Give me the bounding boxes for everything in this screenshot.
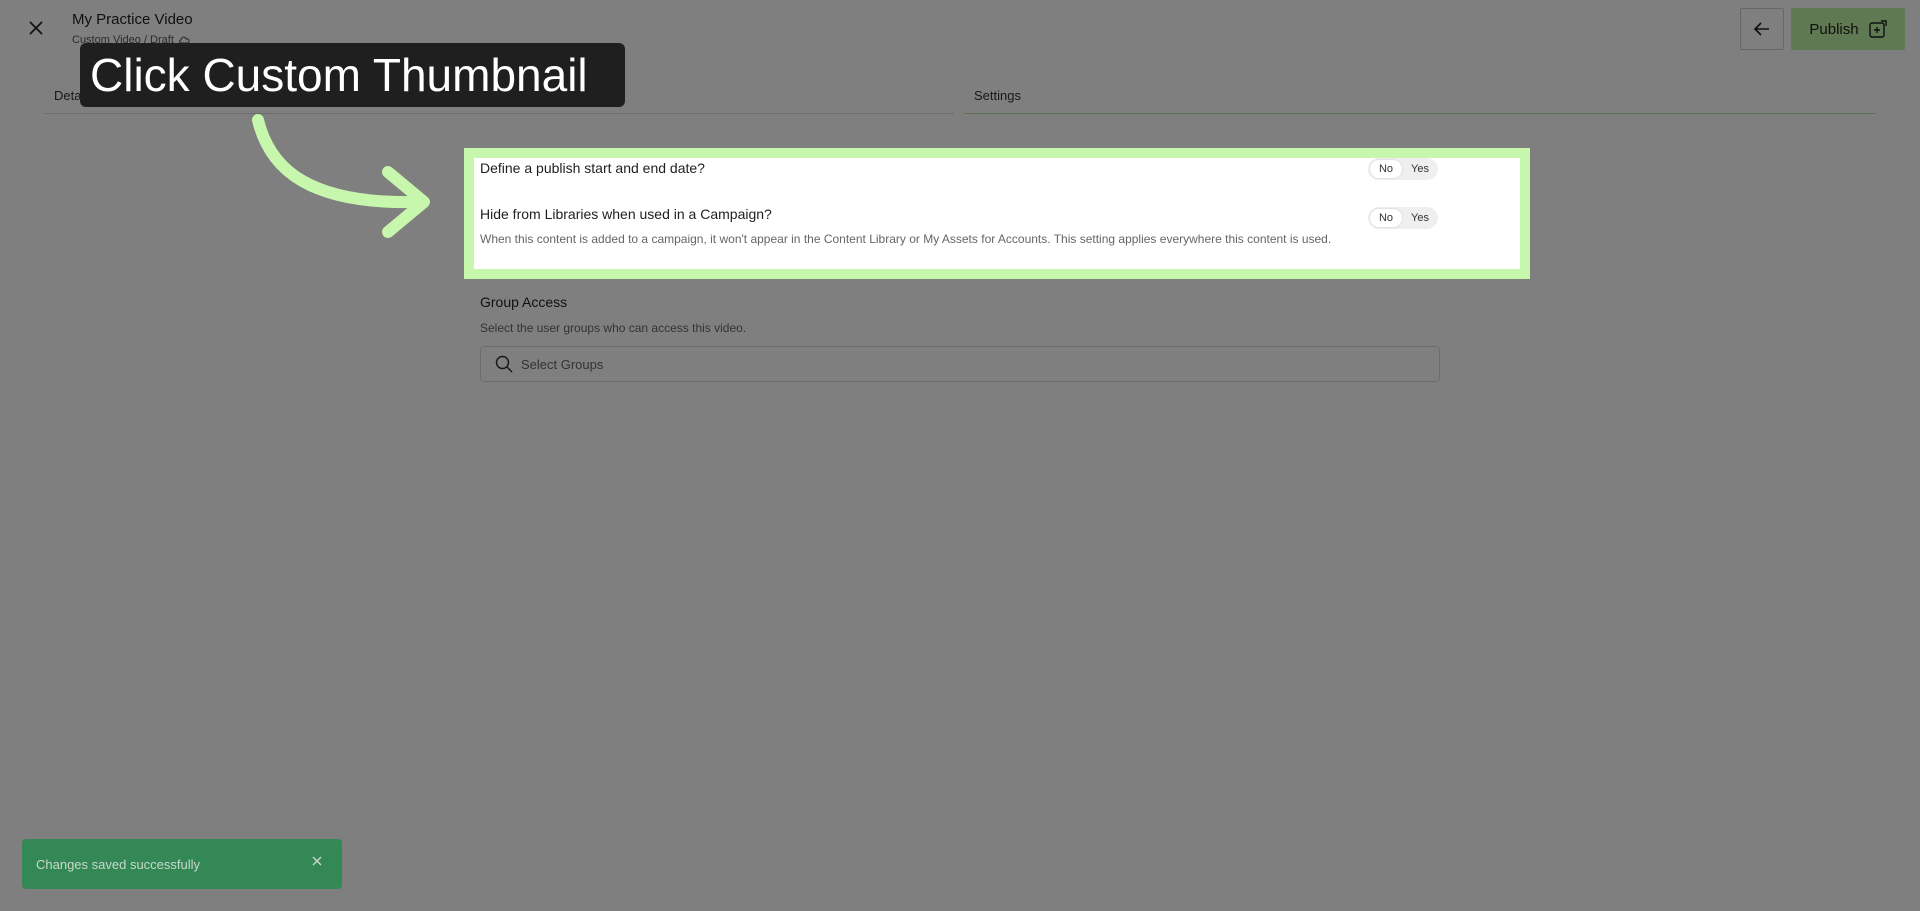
publish-dates-yes[interactable]: Yes xyxy=(1404,160,1436,178)
tutorial-arrow-icon xyxy=(252,114,430,238)
app-root: My Practice Video Custom Video / Draft P… xyxy=(0,0,1920,911)
close-icon xyxy=(29,21,43,35)
page-title: My Practice Video xyxy=(72,11,193,28)
tab-settings-label: Settings xyxy=(974,88,1021,103)
hide-libraries-question: Hide from Libraries when used in a Campa… xyxy=(480,206,772,222)
publish-dates-setting: Define a publish start and end date? xyxy=(480,160,1440,176)
publish-plus-icon xyxy=(1868,20,1887,38)
toast-message: Changes saved successfully xyxy=(36,856,201,872)
publish-dates-question: Define a publish start and end date? xyxy=(480,160,705,176)
publish-dates-toggle[interactable]: No Yes xyxy=(1368,158,1438,180)
group-access-title: Group Access xyxy=(480,294,568,310)
search-icon xyxy=(495,355,513,373)
tutorial-callout-text: Click Custom Thumbnail xyxy=(90,49,588,101)
hide-libraries-description: When this content is added to a campaign… xyxy=(480,232,1332,246)
toast-close-button[interactable] xyxy=(310,854,324,868)
close-button[interactable] xyxy=(24,16,48,40)
close-icon xyxy=(312,856,322,866)
tutorial-callout: Click Custom Thumbnail xyxy=(80,43,625,107)
arrow-left-icon xyxy=(1754,22,1769,36)
group-access-description: Select the user groups who can access th… xyxy=(480,321,747,335)
back-button[interactable] xyxy=(1740,8,1784,50)
hide-libraries-setting: Hide from Libraries when used in a Campa… xyxy=(480,206,1440,248)
success-toast: Changes saved successfully xyxy=(22,839,342,889)
hide-libraries-toggle[interactable]: No Yes xyxy=(1368,207,1438,229)
tab-settings[interactable]: Settings xyxy=(964,84,1876,114)
group-search-field[interactable] xyxy=(480,346,1440,382)
publish-dates-no[interactable]: No xyxy=(1370,160,1402,178)
group-search-input[interactable] xyxy=(521,356,1439,372)
hide-libraries-yes[interactable]: Yes xyxy=(1404,209,1436,227)
hide-libraries-no[interactable]: No xyxy=(1370,209,1402,227)
publish-label: Publish xyxy=(1809,20,1859,38)
publish-button[interactable]: Publish xyxy=(1791,8,1905,50)
